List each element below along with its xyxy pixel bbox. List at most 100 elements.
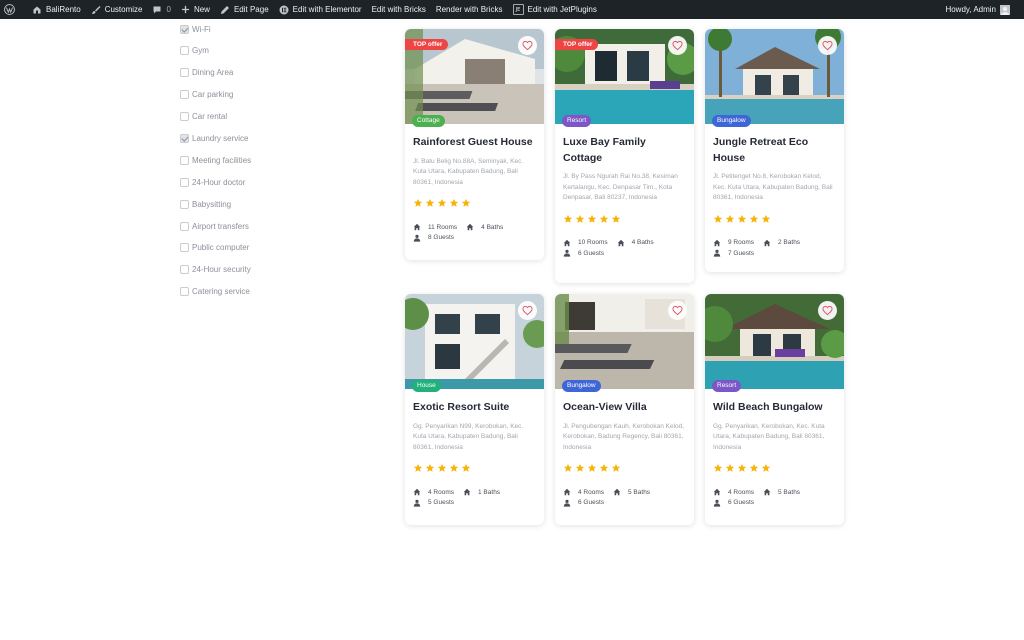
- guests-person-icon: [563, 249, 578, 257]
- favorite-heart-icon[interactable]: [818, 301, 837, 320]
- baths-home-icon: [613, 488, 628, 496]
- filter-dining-area[interactable]: Dining Area: [180, 62, 251, 84]
- favorite-heart-icon[interactable]: [518, 36, 537, 55]
- filter-public-computer[interactable]: Public computer: [180, 237, 251, 259]
- render-bricks-label: Render with Bricks: [435, 5, 503, 14]
- star-icon: [725, 214, 735, 225]
- filter-laundry-service[interactable]: Laundry service: [180, 128, 251, 150]
- edit-page-link[interactable]: Edit Page: [215, 0, 274, 19]
- edit-jetplugins-link[interactable]: JE Edit with JetPlugins: [508, 0, 602, 19]
- filter-car-parking[interactable]: Car parking: [180, 84, 251, 106]
- edit-bricks-link[interactable]: Edit with Bricks: [367, 0, 431, 19]
- edit-elementor-link[interactable]: Edit with Elementor: [274, 0, 367, 19]
- site-name-menu[interactable]: BaliRento: [27, 0, 86, 19]
- home-dashboard-icon: [33, 6, 41, 13]
- favorite-heart-icon[interactable]: [668, 301, 687, 320]
- rooms-home-icon: [413, 223, 428, 231]
- filter-checkbox[interactable]: [180, 265, 189, 275]
- listing-meta: 4 Rooms 5 Baths 6 Guests: [713, 487, 836, 508]
- listing-title[interactable]: Luxe Bay Family Cottage: [563, 135, 686, 166]
- filter-babysitting[interactable]: Babysitting: [180, 193, 251, 215]
- filter-wifi[interactable]: Wi-Fi: [180, 19, 251, 40]
- plus-icon: [181, 5, 190, 14]
- filter-label: Public computer: [192, 243, 250, 253]
- filter-label: 24-Hour security: [192, 265, 251, 275]
- listing-title[interactable]: Wild Beach Bungalow: [713, 400, 836, 416]
- property-type-badge: Resort: [712, 380, 742, 392]
- customize-link[interactable]: Customize: [86, 0, 148, 19]
- listing-card[interactable]: TOP offer Cottage Rainforest Guest House…: [405, 29, 544, 260]
- listing-address: Jl. By Pass Ngurah Rai No.38, Kesiman Ke…: [563, 173, 678, 201]
- user-account-menu[interactable]: Howdy, Admin: [940, 0, 1024, 19]
- filter-checkbox[interactable]: [180, 25, 189, 34]
- jetplugins-label: Edit with JetPlugins: [527, 5, 597, 14]
- filter-label: Airport transfers: [192, 221, 249, 231]
- star-icon: [599, 214, 609, 225]
- filter-checkbox[interactable]: [180, 243, 189, 253]
- filter-label: Catering service: [192, 287, 250, 297]
- wordpress-logo-icon[interactable]: [0, 0, 27, 19]
- guests-person-icon: [713, 499, 728, 507]
- rooms-count: 10 Rooms: [578, 239, 608, 247]
- listing-card[interactable]: House Exotic Resort Suite Gg. Penyarikan…: [405, 294, 544, 525]
- listing-title[interactable]: Ocean-View Villa: [563, 400, 686, 416]
- listing-photo[interactable]: [705, 294, 844, 389]
- rooms-count: 4 Rooms: [578, 488, 605, 496]
- star-icon: [461, 198, 471, 209]
- comments-count: 0: [166, 5, 171, 14]
- star-icon: [725, 463, 735, 474]
- listing-card[interactable]: Bungalow Jungle Retreat Eco House Jl. Pe…: [705, 29, 844, 272]
- favorite-heart-icon[interactable]: [818, 36, 837, 55]
- baths-count: 2 Baths: [778, 239, 801, 247]
- favorite-heart-icon[interactable]: [518, 301, 537, 320]
- listing-photo[interactable]: TOP offer: [405, 29, 544, 124]
- filter-checkbox[interactable]: [180, 68, 189, 78]
- filter-24-hour-doctor[interactable]: 24-Hour doctor: [180, 171, 251, 193]
- listing-photo[interactable]: [405, 294, 544, 389]
- star-rating: [413, 198, 536, 209]
- listing-title[interactable]: Rainforest Guest House: [413, 135, 536, 151]
- filter-airport-transfers[interactable]: Airport transfers: [180, 215, 251, 237]
- listing-photo[interactable]: [555, 294, 694, 389]
- listing-card[interactable]: Bungalow Ocean-View Villa Jl. Pengubenga…: [555, 294, 694, 525]
- filter-checkbox[interactable]: [180, 134, 189, 143]
- filter-checkbox[interactable]: [180, 155, 189, 165]
- listing-card[interactable]: TOP offer Resort Luxe Bay Family Cottage…: [555, 29, 694, 283]
- filter-catering-service[interactable]: Catering service: [180, 281, 251, 303]
- filter-checkbox[interactable]: [180, 112, 189, 122]
- filter-checkbox[interactable]: [180, 287, 189, 297]
- filter-checkbox[interactable]: [180, 46, 189, 56]
- filter-car-rental[interactable]: Car rental: [180, 106, 251, 128]
- listing-photo[interactable]: [705, 29, 844, 124]
- listing-title[interactable]: Exotic Resort Suite: [413, 400, 536, 416]
- comments-link[interactable]: 0: [147, 0, 175, 19]
- rooms-home-icon: [413, 488, 428, 496]
- filter-checkbox[interactable]: [180, 90, 189, 100]
- edit-page-label: Edit Page: [233, 5, 269, 14]
- new-content-menu[interactable]: New: [176, 0, 215, 19]
- avatar: [1000, 4, 1010, 15]
- filter-checkbox[interactable]: [180, 221, 189, 231]
- star-icon: [611, 214, 621, 225]
- filter-label: Wi-Fi: [192, 25, 211, 34]
- listing-meta: 11 Rooms 4 Baths 8 Guests: [413, 222, 536, 243]
- filter-checkbox[interactable]: [180, 199, 189, 209]
- guests-person-icon: [413, 499, 428, 507]
- listing-photo[interactable]: TOP offer: [555, 29, 694, 124]
- render-bricks-link[interactable]: Render with Bricks: [431, 0, 508, 19]
- guests-count: 6 Guests: [578, 499, 605, 507]
- favorite-heart-icon[interactable]: [668, 36, 687, 55]
- star-rating: [713, 214, 836, 225]
- listing-card[interactable]: Resort Wild Beach Bungalow Gg. Penyarika…: [705, 294, 844, 525]
- top-offer-badge: TOP offer: [555, 39, 599, 50]
- listing-title[interactable]: Jungle Retreat Eco House: [713, 135, 836, 166]
- star-icon: [575, 214, 585, 225]
- star-icon: [437, 463, 447, 474]
- star-icon: [749, 463, 759, 474]
- filter-gym[interactable]: Gym: [180, 40, 251, 62]
- star-icon: [737, 214, 747, 225]
- filter-24-hour-security[interactable]: 24-Hour security: [180, 259, 251, 281]
- filter-checkbox[interactable]: [180, 177, 189, 187]
- filter-meeting-facilities[interactable]: Meeting facilities: [180, 149, 251, 171]
- amenities-filter-list: Wi-Fi Gym Dining Area Car parking Car re…: [180, 19, 251, 303]
